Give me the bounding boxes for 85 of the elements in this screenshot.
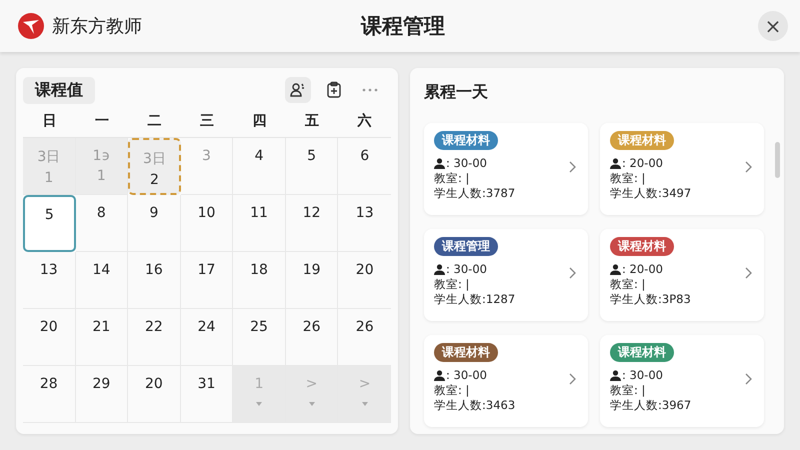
- day-cell[interactable]: 13: [338, 195, 391, 252]
- person-icon: [610, 158, 621, 169]
- classroom-text: 教室: |: [434, 277, 470, 292]
- weekday-label: 三: [198, 112, 215, 130]
- student-count: 学生人数:3463: [434, 398, 516, 413]
- person-icon: [610, 370, 621, 381]
- course-time: : 30-00: [446, 368, 487, 383]
- course-card[interactable]: 课程材料 : 30-00 教室: | 学生人数:3787: [424, 123, 588, 215]
- day-cell[interactable]: 5: [286, 138, 338, 195]
- schedule-title: 累程一天: [424, 82, 489, 103]
- course-time: : 20-00: [622, 156, 663, 171]
- person-icon: [434, 158, 445, 169]
- caret-icon: [362, 402, 368, 406]
- course-time: : 30-00: [622, 368, 663, 383]
- course-tag: 课程管理: [434, 237, 498, 256]
- weekday-label: 五: [304, 112, 320, 130]
- weekday-label: 六: [356, 112, 373, 130]
- classroom-text: 教室: |: [434, 383, 470, 398]
- day-cell[interactable]: 19: [286, 252, 338, 309]
- classroom-text: 教室: |: [610, 277, 646, 292]
- day-cell[interactable]: 5: [23, 195, 76, 252]
- course-tag: 课程材料: [434, 131, 498, 150]
- course-card[interactable]: 课程材料 : 30-00 教室: | 学生人数:3463: [424, 335, 588, 427]
- chevron-icon: [745, 267, 752, 279]
- day-cell[interactable]: 18: [233, 252, 286, 309]
- caret-icon: [308, 402, 315, 406]
- chevron-icon: [569, 161, 576, 173]
- chevron-icon: [745, 161, 752, 173]
- day-cell[interactable]: 4: [233, 138, 286, 195]
- day-cell[interactable]: 6: [338, 138, 391, 195]
- weekday-label: 二: [146, 112, 162, 130]
- person-icon: [610, 264, 621, 275]
- chevron-icon: [569, 373, 576, 385]
- day-cell[interactable]: 24: [180, 309, 234, 366]
- classroom-text: 教室: |: [434, 171, 470, 186]
- student-count: 学生人数:1287: [434, 292, 516, 307]
- course-tag: 课程材料: [434, 343, 498, 362]
- course-card[interactable]: 课程材料 : 20-00 教室: | 学生人数:3497: [600, 123, 764, 215]
- day-cell[interactable]: 20: [338, 252, 391, 309]
- weekday-label: 一: [94, 112, 110, 130]
- day-cell[interactable]: 21: [76, 309, 128, 366]
- course-tag: 课程材料: [610, 343, 674, 362]
- close-button[interactable]: ×: [758, 11, 788, 41]
- day-cell[interactable]: 22: [128, 309, 181, 366]
- day-cell[interactable]: 28: [23, 366, 76, 423]
- student-count: 学生人数:3497: [610, 186, 692, 201]
- chevron-icon: [745, 373, 752, 385]
- course-card[interactable]: 课程管理 : 30-00 教室: | 学生人数:1287: [424, 229, 588, 321]
- day-cell[interactable]: 10: [180, 195, 234, 252]
- classroom-text: 教室: |: [610, 383, 646, 398]
- day-cell[interactable]: 14: [76, 252, 128, 309]
- day-cell[interactable]: 20: [128, 366, 181, 423]
- logo-icon: [18, 13, 44, 39]
- window-title: 课程管理: [360, 13, 446, 40]
- brand-name: 新东方教师: [52, 15, 142, 38]
- day-cell[interactable]: 3日 2: [128, 138, 181, 195]
- day-cell[interactable]: 13: [23, 252, 76, 309]
- scrollbar[interactable]: [775, 142, 780, 178]
- student-count: 学生人数:3P83: [610, 292, 692, 307]
- calendar-title: 课程值: [23, 76, 95, 104]
- course-card[interactable]: 课程材料 : 30-00 教室: | 学生人数:3967: [600, 335, 764, 427]
- course-time: : 20-00: [622, 262, 663, 277]
- day-cell[interactable]: 20: [23, 309, 76, 366]
- person-icon: [434, 264, 445, 275]
- course-card[interactable]: 课程材料 : 20-00 教室: | 学生人数:3P83: [600, 229, 764, 321]
- day-cell[interactable]: 17: [180, 252, 234, 309]
- caret-icon: [256, 402, 262, 406]
- person-icon: [434, 370, 445, 381]
- day-cell[interactable]: 16: [128, 252, 181, 309]
- weekday-label: 日: [41, 112, 58, 130]
- day-cell[interactable]: 12: [286, 195, 338, 252]
- people-icon[interactable]: [285, 77, 311, 103]
- classroom-text: 教室: |: [610, 171, 646, 186]
- course-time: : 30-00: [446, 156, 487, 171]
- course-tag: 课程材料: [610, 131, 674, 150]
- weekday-label: 四: [252, 112, 268, 130]
- day-cell[interactable]: 29: [76, 366, 128, 423]
- course-tag: 课程材料: [610, 237, 674, 256]
- chevron-icon: [569, 267, 576, 279]
- student-count: 学生人数:3967: [610, 398, 692, 413]
- student-count: 学生人数:3787: [434, 186, 516, 201]
- day-cell[interactable]: 11: [233, 195, 286, 252]
- day-cell[interactable]: 8: [76, 195, 128, 252]
- course-time: : 30-00: [446, 262, 487, 277]
- day-cell[interactable]: 9: [128, 195, 181, 252]
